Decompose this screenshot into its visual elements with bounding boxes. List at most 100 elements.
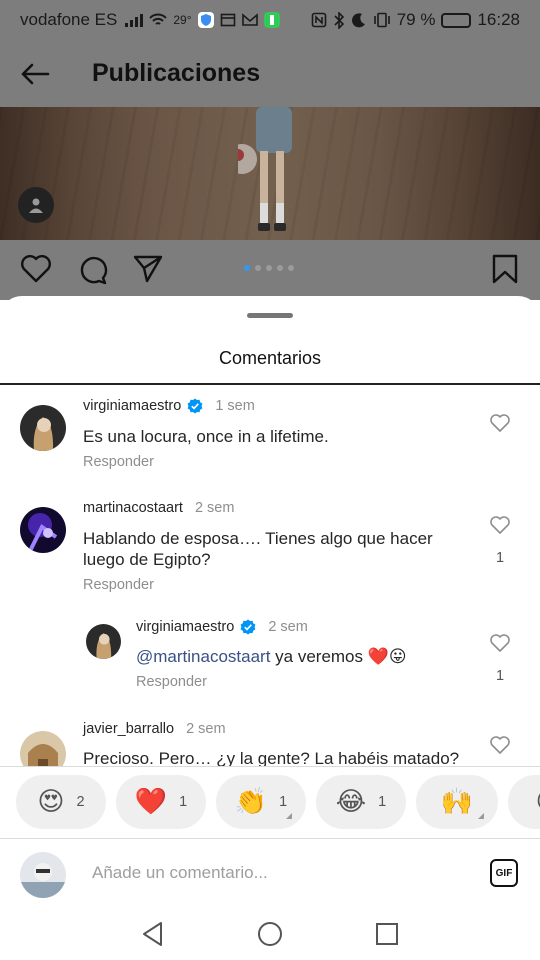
reply-button[interactable]: Responder [83, 454, 154, 470]
post-image[interactable] [0, 107, 540, 240]
top-app-bar: Publicaciones [0, 40, 540, 107]
comment-text: Es una locura, once in a lifetime. [83, 427, 329, 446]
comment-item: virginiamaestro 1 sem Es una locura, onc… [0, 385, 540, 487]
do-not-disturb-moon-icon [351, 13, 365, 28]
red-heart-emoji-icon: ❤️ [134, 787, 168, 817]
battery-icon [441, 12, 472, 28]
comment-text-body: ya veremos ❤️😛 [270, 647, 407, 666]
status-icons-right: 79 % 16:28 [311, 10, 520, 30]
reaction-clap-button[interactable]: 👏 1 [216, 775, 306, 829]
surprised-emoji-icon: 😮 [535, 789, 540, 815]
reply-button[interactable]: Responder [136, 674, 207, 690]
sheet-title: Comentarios [218, 348, 322, 368]
carousel-dot [244, 265, 250, 271]
comment-header: virginiamaestro 1 sem [83, 398, 255, 414]
comment-text: Hablando de esposa…. Tienes algo que hac… [83, 529, 433, 569]
nav-back-triangle-icon[interactable] [141, 921, 165, 947]
comments-sheet: Comentarios virginiamaestro 1 sem Es una… [0, 296, 540, 960]
temperature-readout: 29° [173, 13, 192, 27]
status-icons-left: 29° [125, 12, 280, 28]
comment-composer: Añade un comentario... GIF [0, 838, 540, 908]
comment-username[interactable]: javier_barrallo [83, 721, 174, 737]
comment-item: javier_barrallo 2 sem Precioso. Pero… ¿y… [0, 707, 540, 766]
vibrate-icon [373, 12, 390, 28]
comment-mention-link[interactable]: @martinacostaart [136, 647, 270, 666]
status-bar: vodafone ES 29° 79 % 16:28 [0, 0, 540, 40]
comment-like: 1 [488, 515, 512, 566]
system-navigation-bar [0, 908, 540, 960]
comment-timestamp: 1 sem [215, 398, 255, 414]
comment-bubble-icon[interactable] [76, 254, 108, 291]
comment-timestamp: 2 sem [194, 500, 235, 516]
comment-username[interactable]: virginiamaestro [136, 619, 234, 635]
comment-input[interactable]: Añade un comentario... [92, 863, 268, 883]
comment-like-heart-icon[interactable] [489, 515, 511, 535]
like-heart-icon[interactable] [20, 254, 52, 289]
reaction-heart-button[interactable]: ❤️ 1 [116, 775, 206, 829]
comment-text: Precioso. Pero… ¿y la gente? La habéis m… [83, 749, 460, 766]
comment-timestamp: 2 sem [268, 619, 308, 635]
raised-hands-emoji-icon: 🙌 [440, 787, 474, 817]
clock: 16:28 [477, 10, 520, 29]
reaction-count: 1 [378, 794, 387, 810]
battery-percent: 79 % [396, 10, 436, 29]
current-user-avatar[interactable] [20, 852, 66, 898]
emoji-reaction-bar[interactable]: 😍 2 ❤️ 1 👏 1 😂 1 🙌 😮 [0, 766, 540, 838]
reaction-raised-hands-button[interactable]: 🙌 [416, 775, 498, 829]
avatar[interactable] [20, 405, 66, 451]
avatar[interactable] [20, 731, 66, 766]
bluetooth-icon [334, 11, 344, 29]
reply-button[interactable]: Responder [83, 577, 154, 593]
reaction-laugh-button[interactable]: 😂 1 [316, 775, 406, 829]
post-subject-figure [238, 107, 292, 231]
gif-button[interactable]: GIF [490, 859, 518, 887]
carousel-dot [266, 265, 272, 271]
comment-like-heart-icon[interactable] [489, 413, 511, 433]
tagged-user-icon[interactable] [18, 187, 54, 223]
reaction-heart-eyes-button[interactable]: 😍 2 [16, 775, 106, 829]
avatar[interactable] [86, 624, 121, 659]
verified-badge-icon [187, 398, 203, 414]
carousel-dot [255, 265, 261, 271]
reaction-count: 1 [279, 794, 288, 810]
comment-like-heart-icon[interactable] [489, 633, 511, 653]
comment-timestamp: 2 sem [186, 721, 226, 737]
share-send-icon[interactable] [132, 254, 164, 289]
comments-list[interactable]: virginiamaestro 1 sem Es una locura, onc… [0, 385, 540, 766]
comment-like-count: 1 [495, 668, 505, 684]
signal-icon [125, 13, 144, 27]
comment-reply-item: virginiamaestro 2 sem @martinacostaart y… [0, 607, 540, 707]
comment-username[interactable]: virginiamaestro [83, 398, 181, 414]
nav-home-circle-icon[interactable] [257, 921, 283, 947]
comment-item: martinacostaart 2 sem Hablando de esposa… [0, 487, 540, 607]
carousel-indicator [244, 265, 294, 271]
tears-of-joy-emoji-icon: 😂 [335, 787, 367, 817]
comment-like-heart-icon[interactable] [489, 735, 511, 755]
reaction-count: 1 [179, 794, 188, 810]
reaction-count: 2 [76, 794, 85, 810]
comment-like [488, 413, 512, 438]
comment-text: @martinacostaart ya veremos ❤️😛 [136, 646, 466, 667]
calendar-app-icon [220, 13, 235, 27]
comment-like-count: 1 [495, 550, 505, 566]
comment-header: martinacostaart 2 sem [83, 500, 234, 516]
skin-tone-corner-icon [286, 813, 292, 819]
skin-tone-corner-icon [478, 813, 484, 819]
avatar[interactable] [20, 507, 66, 553]
back-arrow-icon[interactable] [20, 58, 52, 90]
comment-like [488, 735, 512, 760]
comment-header: virginiamaestro 2 sem [136, 619, 308, 635]
sheet-drag-handle[interactable] [247, 313, 293, 318]
heart-eyes-emoji-icon: 😍 [37, 787, 65, 817]
carousel-dot [288, 265, 294, 271]
wifi-icon [149, 13, 168, 25]
comment-username[interactable]: martinacostaart [83, 500, 183, 516]
nfc-icon [311, 12, 327, 28]
reaction-surprised-button[interactable]: 😮 [508, 775, 540, 829]
clapping-hands-emoji-icon: 👏 [234, 787, 268, 817]
shield-app-icon [197, 12, 214, 28]
comment-header: javier_barrallo 2 sem [83, 721, 226, 737]
save-bookmark-icon[interactable] [492, 254, 518, 289]
carrier-name: vodafone ES [20, 10, 118, 29]
nav-recents-square-icon[interactable] [375, 922, 399, 946]
